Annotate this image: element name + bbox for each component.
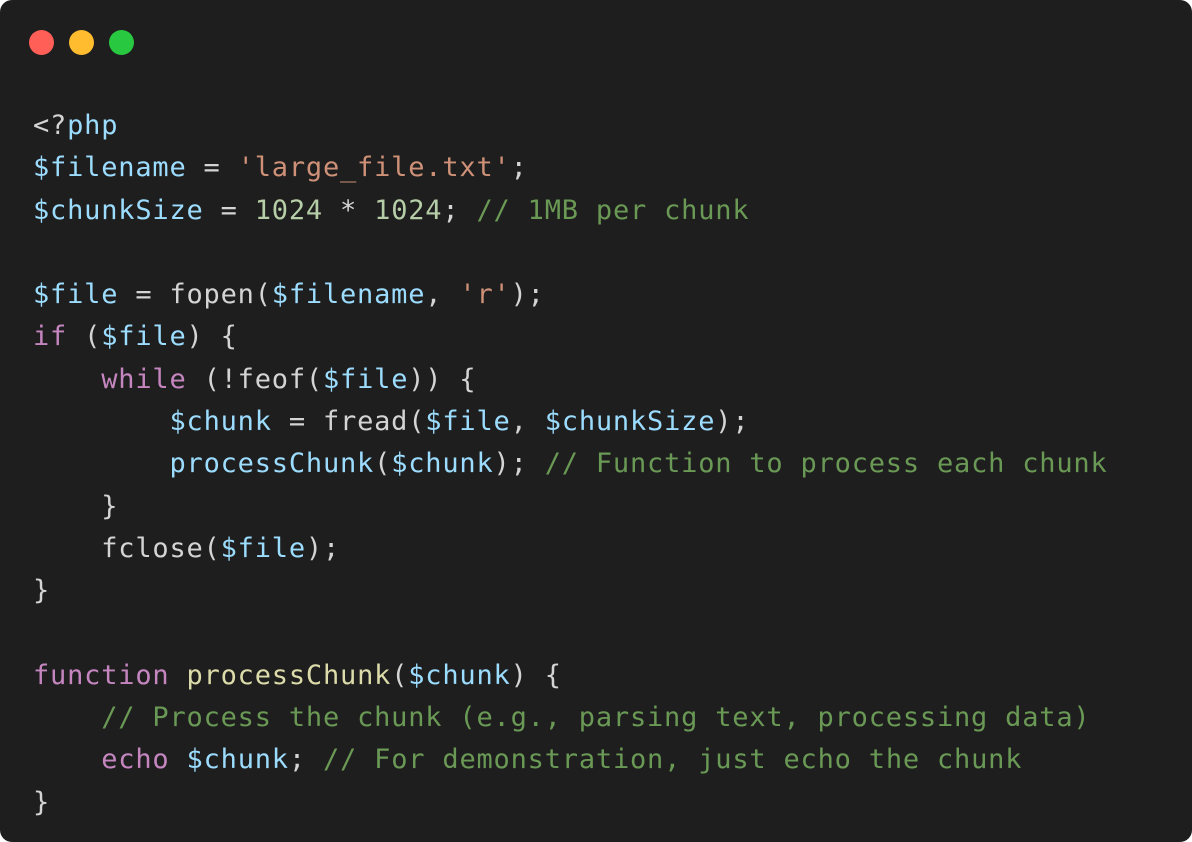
code-token-plain: ); [715, 406, 750, 438]
code-token-plain: ; [442, 194, 477, 226]
code-token-var: $filename [271, 279, 426, 311]
code-token-var: $file [101, 321, 187, 353]
code-token-plain: (!feof( [186, 363, 323, 395]
code-token-plain: ) { [510, 659, 562, 691]
code-line: } [33, 782, 1108, 824]
code-block: <?php $filename = 'large_file.txt'; $chunk… [33, 105, 1108, 824]
code-token-kw: while [101, 363, 187, 395]
code-token-kw: echo [101, 744, 170, 776]
code-token-var: $chunk [408, 659, 511, 691]
code-token-plain: )) { [408, 363, 477, 395]
code-token-plain: fclose( [33, 532, 221, 564]
code-token-plain: , [425, 279, 460, 311]
code-line: while (!feof($file)) { [33, 359, 1108, 401]
code-token-var: $filename [33, 152, 187, 184]
code-token-plain: = fopen( [118, 279, 272, 311]
code-line: echo $chunk; // For demonstration, just … [33, 739, 1108, 781]
code-line: $filename = 'large_file.txt'; [33, 147, 1108, 189]
code-line: // Process the chunk (e.g., parsing text… [33, 697, 1108, 739]
code-token-var: $chunk [169, 406, 272, 438]
code-line: } [33, 486, 1108, 528]
code-token-var: $file [33, 279, 119, 311]
code-token-plain: ; [288, 744, 323, 776]
window-controls [29, 30, 134, 55]
code-line: function processChunk($chunk) { [33, 655, 1108, 697]
code-token-plain: } [33, 490, 119, 522]
code-token-plain: = [186, 152, 238, 184]
code-token-fn: processChunk [186, 659, 392, 691]
code-token-plain: = [203, 194, 255, 226]
code-token-plain: <? [33, 110, 68, 141]
code-token-var: $chunk [391, 448, 494, 480]
code-token-kw: function [33, 659, 170, 691]
code-token-plain: ) { [186, 321, 238, 353]
code-token-var: $chunk [186, 744, 289, 776]
code-token-cmt: // Process the chunk (e.g., parsing text… [101, 702, 1091, 734]
code-token-kw: if [33, 321, 68, 353]
code-token-plain: } [33, 786, 51, 818]
code-line: <?php [33, 105, 1108, 147]
code-token-plain: } [33, 575, 51, 607]
code-token-var: processChunk [169, 448, 375, 480]
code-token-plain: ); [510, 279, 545, 311]
code-token-cmt: // Function to process each chunk [544, 448, 1108, 480]
code-token-plain: ( [374, 448, 392, 480]
code-line: } [33, 570, 1108, 612]
code-window: <?php $filename = 'large_file.txt'; $chunk… [0, 0, 1192, 842]
code-token-plain: ); [493, 448, 545, 480]
code-token-str: 'r' [459, 279, 511, 311]
minimize-button-icon[interactable] [69, 30, 94, 55]
maximize-button-icon[interactable] [109, 30, 134, 55]
code-token-var: $chunkSize [33, 194, 204, 226]
code-token-plain: ); [305, 532, 341, 564]
code-token-plain: ( [67, 321, 102, 353]
code-token-var: $chunkSize [544, 406, 716, 438]
code-token-var: $file [425, 406, 511, 438]
code-token-var: $file [220, 532, 306, 564]
code-line: $chunkSize = 1024 * 1024; // 1MB per chu… [33, 190, 1108, 232]
code-token-plain: ; [510, 152, 528, 184]
code-token-var: $file [322, 363, 409, 395]
code-line: fclose($file); [33, 528, 1108, 570]
code-token-num: 1024 [254, 194, 323, 226]
code-token-cmt: // 1MB per chunk [476, 194, 750, 226]
code-token-str: 'large_file.txt' [237, 152, 511, 184]
code-line: if ($file) { [33, 316, 1108, 358]
code-line: processChunk($chunk); // Function to pro… [33, 443, 1108, 485]
code-token-var: php [67, 110, 119, 141]
close-button-icon[interactable] [29, 30, 54, 55]
code-line: $chunk = fread($file, $chunkSize); [33, 401, 1108, 443]
code-token-num: 1024 [374, 194, 443, 226]
code-token-plain: , [510, 406, 545, 438]
code-token-plain: ( [391, 659, 409, 691]
code-line: $file = fopen($filename, 'r'); [33, 274, 1108, 316]
code-token-plain: * [322, 194, 375, 226]
code-token-plain: = fread( [271, 406, 426, 438]
code-token-cmt: // For demonstration, just echo the chun… [323, 744, 1023, 776]
